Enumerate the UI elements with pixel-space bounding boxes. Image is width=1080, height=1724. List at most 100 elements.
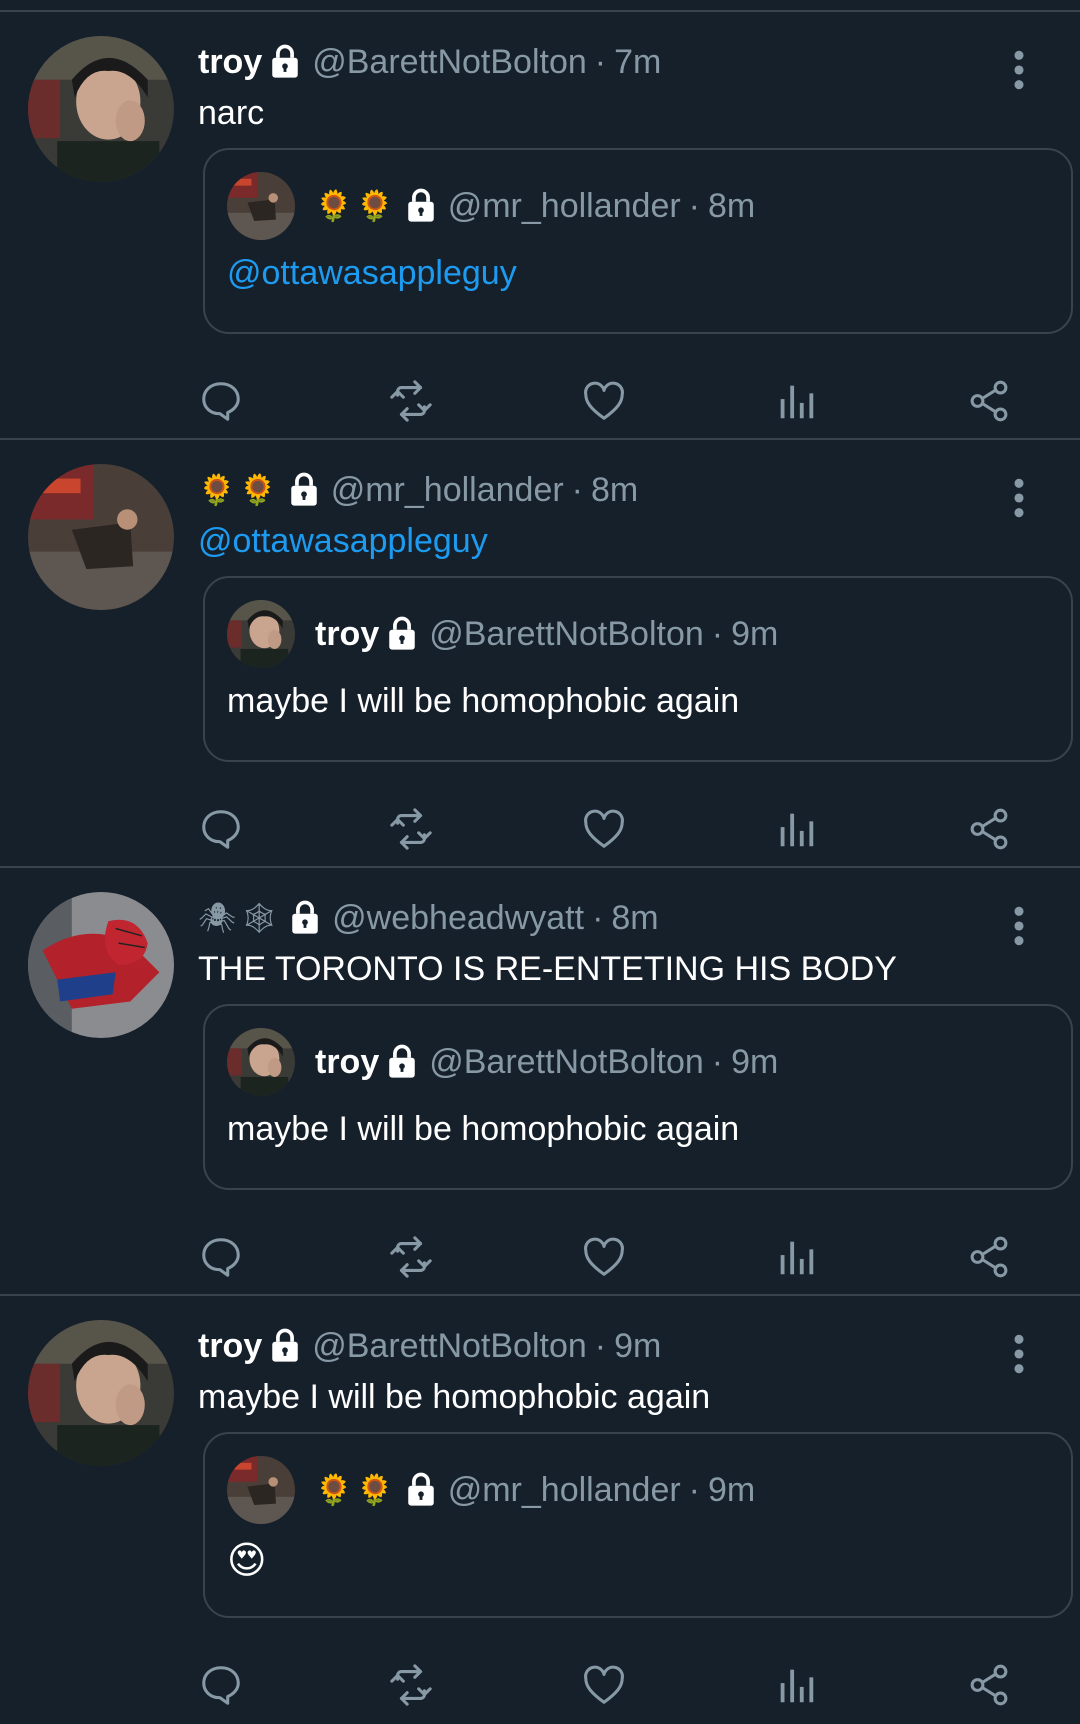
separator: · <box>594 1326 607 1365</box>
handle[interactable]: @mr_hollander <box>331 471 564 510</box>
timestamp[interactable]: 8m <box>611 899 658 938</box>
tweet-text: maybe I will be homophobic again <box>198 1378 711 1416</box>
avatar[interactable] <box>28 1320 174 1466</box>
quoted-text: maybe I will be homophobic again <box>227 1110 740 1148</box>
separator: · <box>571 470 583 509</box>
quoted-tweet[interactable]: 🌻🌻 @mr_hollander · 9m 😍 <box>203 1432 1073 1618</box>
heart-icon[interactable] <box>581 1234 627 1280</box>
separator: · <box>688 186 700 225</box>
timestamp: 9m <box>731 1042 779 1081</box>
display-name: troy <box>315 1042 380 1081</box>
heart-icon[interactable] <box>581 1662 627 1708</box>
avatar[interactable] <box>28 36 174 182</box>
quoted-header: 🌻🌻 @mr_hollander · 8m <box>315 182 755 230</box>
analytics-icon[interactable] <box>773 806 819 852</box>
avatar[interactable] <box>28 892 174 1038</box>
tweet-actions <box>198 1662 1018 1710</box>
handle[interactable]: @BarettNotBolton <box>312 1327 587 1366</box>
tweet[interactable]: 🌻🌻 @mr_hollander · 8m @ottawasappleguy t… <box>0 440 1080 868</box>
separator: · <box>711 614 724 653</box>
top-divider <box>0 0 1080 12</box>
tweet-actions <box>198 1234 1018 1282</box>
display-name[interactable]: troy <box>198 1327 262 1366</box>
timestamp[interactable]: 9m <box>614 1327 661 1366</box>
more-vertical-icon[interactable] <box>1012 478 1026 518</box>
tweet-header: 🕷🕸 @webheadwyatt · 8m <box>198 894 659 942</box>
analytics-icon[interactable] <box>773 378 819 424</box>
display-name-emoji: 🌻🌻 <box>315 1472 398 1508</box>
timestamp: 8m <box>708 186 756 225</box>
separator: · <box>594 42 607 81</box>
lock-icon <box>287 472 321 508</box>
display-name-emoji: 🌻🌻 <box>315 188 398 224</box>
tweet-text[interactable]: @ottawasappleguy <box>198 522 488 561</box>
heart-icon[interactable] <box>581 806 627 852</box>
lock-icon <box>385 1044 419 1080</box>
display-name-emoji[interactable]: 🕷🕸 <box>198 901 282 936</box>
display-name[interactable]: troy <box>198 43 262 82</box>
tweet-text: narc <box>198 94 265 132</box>
tweet[interactable]: 🕷🕸 @webheadwyatt · 8m THE TORONTO IS RE-… <box>0 868 1080 1296</box>
quoted-text: maybe I will be homophobic again <box>227 682 740 720</box>
handle: @BarettNotBolton <box>429 614 704 653</box>
quoted-text: 😍 <box>227 1538 267 1582</box>
handle[interactable]: @BarettNotBolton <box>312 43 587 82</box>
quoted-tweet[interactable]: 🌻🌻 @mr_hollander · 8m @ottawasappleguy <box>203 148 1073 334</box>
tweet-actions <box>198 806 1018 854</box>
quoted-header: 🌻🌻 @mr_hollander · 9m <box>315 1466 755 1514</box>
avatar[interactable] <box>28 464 174 610</box>
more-vertical-icon[interactable] <box>1012 906 1026 946</box>
more-vertical-icon[interactable] <box>1012 1334 1026 1374</box>
quoted-header: troy @BarettNotBolton · 9m <box>315 610 778 658</box>
share-icon[interactable] <box>966 1234 1012 1280</box>
retweet-icon[interactable] <box>388 1662 434 1708</box>
reply-icon[interactable] <box>198 378 244 424</box>
heart-icon[interactable] <box>581 378 627 424</box>
lock-icon <box>268 44 302 80</box>
lock-icon <box>404 188 438 224</box>
display-name-emoji[interactable]: 🌻🌻 <box>198 473 281 508</box>
tweet-actions <box>198 378 1018 426</box>
quoted-tweet[interactable]: troy @BarettNotBolton · 9m maybe I will … <box>203 1004 1073 1190</box>
analytics-icon[interactable] <box>773 1234 819 1280</box>
timestamp: 9m <box>708 1470 756 1509</box>
lock-icon <box>288 900 322 936</box>
tweet-header: troy @BarettNotBolton · 7m <box>198 38 661 86</box>
quoted-text[interactable]: @ottawasappleguy <box>227 254 517 293</box>
quoted-tweet[interactable]: troy @BarettNotBolton · 9m maybe I will … <box>203 576 1073 762</box>
timestamp: 9m <box>731 614 779 653</box>
tweet[interactable]: troy @BarettNotBolton · 7m narc 🌻🌻 @mr_h… <box>0 12 1080 440</box>
separator: · <box>688 1470 700 1509</box>
timestamp[interactable]: 8m <box>591 471 638 510</box>
tweet[interactable]: troy @BarettNotBolton · 9m maybe I will … <box>0 1296 1080 1724</box>
retweet-icon[interactable] <box>388 378 434 424</box>
quoted-avatar <box>227 600 295 668</box>
lock-icon <box>385 616 419 652</box>
share-icon[interactable] <box>966 806 1012 852</box>
timestamp[interactable]: 7m <box>614 43 661 82</box>
tweet-header: troy @BarettNotBolton · 9m <box>198 1322 661 1370</box>
retweet-icon[interactable] <box>388 1234 434 1280</box>
lock-icon <box>404 1472 438 1508</box>
handle: @BarettNotBolton <box>429 1042 704 1081</box>
quoted-header: troy @BarettNotBolton · 9m <box>315 1038 778 1086</box>
reply-icon[interactable] <box>198 806 244 852</box>
separator: · <box>711 1042 724 1081</box>
share-icon[interactable] <box>966 1662 1012 1708</box>
more-vertical-icon[interactable] <box>1012 50 1026 90</box>
tweet-text: THE TORONTO IS RE-ENTETING HIS BODY <box>198 950 897 988</box>
display-name: troy <box>315 614 380 653</box>
tweet-header: 🌻🌻 @mr_hollander · 8m <box>198 466 638 514</box>
separator: · <box>592 898 604 937</box>
share-icon[interactable] <box>966 378 1012 424</box>
analytics-icon[interactable] <box>773 1662 819 1708</box>
reply-icon[interactable] <box>198 1662 244 1708</box>
quoted-avatar <box>227 172 295 240</box>
retweet-icon[interactable] <box>388 806 434 852</box>
lock-icon <box>268 1328 302 1364</box>
handle[interactable]: @webheadwyatt <box>332 899 584 938</box>
reply-icon[interactable] <box>198 1234 244 1280</box>
quoted-avatar <box>227 1028 295 1096</box>
handle: @mr_hollander <box>447 186 681 225</box>
timeline-feed: troy @BarettNotBolton · 7m narc 🌻🌻 @mr_h… <box>0 0 1080 1724</box>
